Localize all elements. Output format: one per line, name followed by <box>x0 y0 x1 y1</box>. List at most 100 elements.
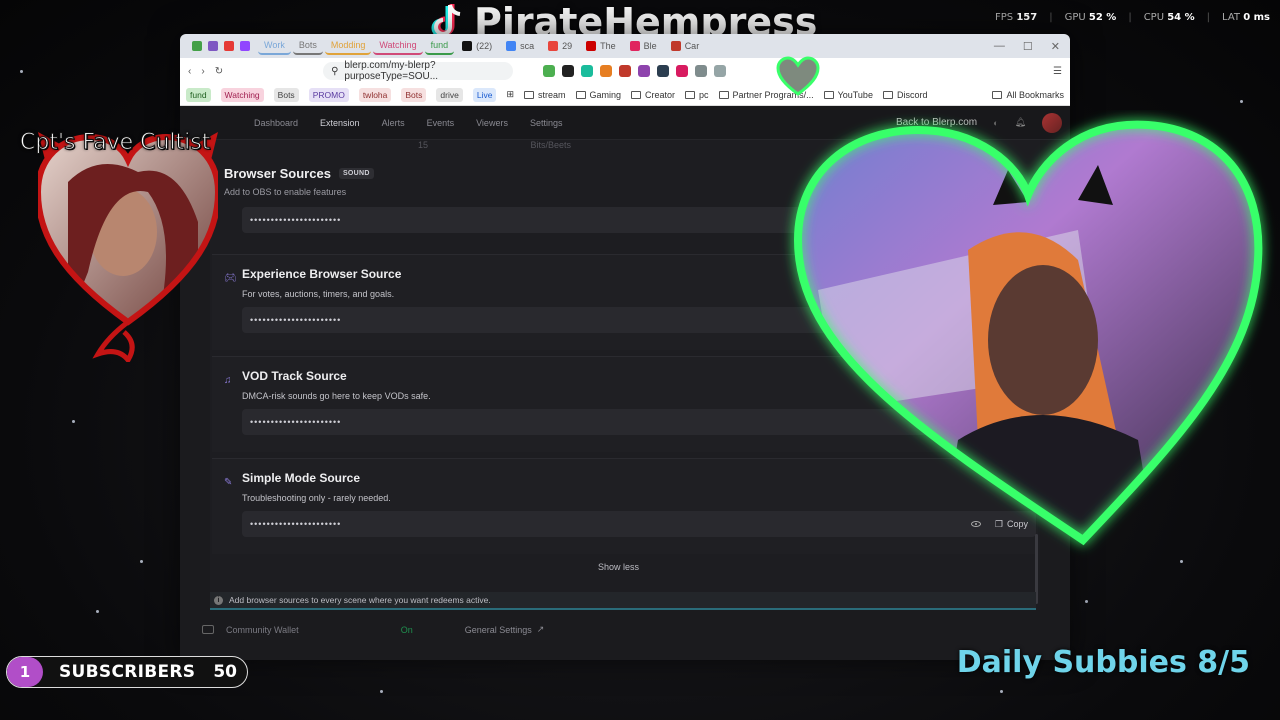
reload-icon[interactable]: ↻ <box>215 66 223 77</box>
cultist-portrait <box>34 132 222 365</box>
extension-icon[interactable] <box>619 65 632 77</box>
browser-tab[interactable]: 29 <box>542 37 578 55</box>
nav-item-events[interactable]: Events <box>427 118 455 128</box>
extension-icon[interactable] <box>695 65 708 77</box>
apps-grid-icon[interactable]: ⊞ <box>506 89 514 100</box>
site-info-icon[interactable]: ⚲ <box>331 66 338 77</box>
sound-badge: SOUND <box>338 168 374 179</box>
gamepad-icon: 🎮︎ <box>224 273 237 284</box>
external-link-icon: ↗ <box>536 624 545 634</box>
browser-tab[interactable]: Ble <box>624 37 663 55</box>
bookmark-group-chip[interactable]: Bots <box>401 87 427 102</box>
bookmark-group-chip[interactable]: Watching <box>220 87 264 102</box>
tab-label: Work <box>264 40 285 50</box>
info-banner: i Add browser sources to every scene whe… <box>210 592 1036 610</box>
maximize-icon[interactable]: ☐ <box>1023 40 1033 53</box>
tab-favicon-icon <box>462 41 473 51</box>
source-title: Simple Mode Source <box>242 471 361 485</box>
browser-tab[interactable]: fund <box>424 37 455 55</box>
tab-label: fund <box>430 40 449 50</box>
url-field[interactable]: ⚲ blerp.com/my-blerp?purposeType=SOU... <box>323 60 514 82</box>
browser-sources-title: Browser Sources <box>224 166 331 181</box>
extension-icon[interactable] <box>581 65 594 77</box>
nav-item-extension[interactable]: Extension <box>320 118 360 128</box>
community-wallet-label: Community Wallet <box>226 624 299 635</box>
tab-bar: Work Bots Modding Watching fund (22) sca 29 The B… <box>180 34 1070 58</box>
masked-url: •••••••••••••••••••••• <box>250 417 342 427</box>
extension-icon[interactable] <box>543 65 556 77</box>
tab-favicon-icon <box>629 41 640 51</box>
browser-tab[interactable]: Bots <box>292 37 323 55</box>
browser-tab[interactable]: Work <box>258 37 291 55</box>
extension-icon[interactable] <box>638 65 651 77</box>
bookmark-folder[interactable]: YouTube <box>823 90 873 100</box>
streamer-webcam <box>778 110 1278 560</box>
info-icon: i <box>214 595 223 605</box>
cpu-label: CPU <box>1143 12 1165 23</box>
lat-stat: LAT 0 ms <box>1222 12 1270 23</box>
nav-item-alerts[interactable]: Alerts <box>382 118 405 128</box>
general-settings-button[interactable]: General Settings ↗ <box>465 624 545 635</box>
bookmark-folder[interactable]: stream <box>523 89 566 100</box>
tab-label: (22) <box>476 41 493 51</box>
sound-source-url-field[interactable]: •••••••••••••••••••••• <box>242 207 842 233</box>
nav-item-settings[interactable]: Settings <box>530 118 563 128</box>
bookmark-group-chip[interactable]: fund <box>186 87 211 102</box>
tab-label: Ble <box>643 41 657 51</box>
bookmark-group-chip[interactable]: Bots <box>273 87 299 102</box>
tab-app-icons[interactable] <box>186 37 256 55</box>
source-title: Experience Browser Source <box>242 267 402 281</box>
bookmark-group-chip[interactable]: PROMO <box>308 87 349 102</box>
forward-arrow-icon[interactable]: › <box>201 66 204 77</box>
folder-icon <box>992 90 1003 99</box>
extension-icon[interactable] <box>714 65 727 77</box>
browser-sources-subtitle: Add to OBS to enable features <box>224 187 347 197</box>
folder-icon <box>575 90 586 99</box>
tab-favicon-icon <box>670 41 681 51</box>
all-bookmarks[interactable]: All Bookmarks <box>992 90 1064 100</box>
window-controls: — ☐ ✕ <box>994 40 1070 53</box>
extension-icons <box>543 65 727 77</box>
extension-icon[interactable] <box>600 65 613 77</box>
bookmark-folder[interactable]: Discord <box>882 90 927 100</box>
bookmark-group-chip[interactable]: drive <box>436 87 463 102</box>
daily-subs-counter: Daily Subbies 8/5 <box>956 645 1250 680</box>
browser-tab[interactable]: The <box>580 37 622 55</box>
extension-icon[interactable] <box>562 65 575 77</box>
source-description: For votes, auctions, timers, and goals. <box>242 289 395 299</box>
extension-icon[interactable] <box>676 65 689 77</box>
extension-icon[interactable] <box>657 65 670 77</box>
gpu-value: 52 % <box>1088 12 1117 23</box>
lat-value: 0 ms <box>1243 12 1270 23</box>
masked-url: •••••••••••••••••••••• <box>250 519 342 529</box>
bookmark-label: stream <box>537 89 566 100</box>
browser-tab[interactable]: Modding <box>324 37 372 55</box>
bookmark-group-chip[interactable]: twloha <box>358 87 392 102</box>
tab-label: Modding <box>330 40 366 50</box>
bookmark-folder[interactable]: Gaming <box>575 89 622 100</box>
folder-icon <box>631 90 642 99</box>
browser-tab[interactable]: Car <box>665 37 706 55</box>
subscribers-label: SUBSCRIBERS <box>59 662 196 682</box>
small-heart-icon <box>776 56 820 100</box>
back-arrow-icon[interactable]: ‹ <box>188 66 191 77</box>
bookmark-folder[interactable]: pc <box>685 90 709 100</box>
info-text: Add browser sources to every scene where… <box>229 595 491 605</box>
folder-icon <box>685 90 696 99</box>
minimize-icon[interactable]: — <box>994 40 1005 53</box>
nav-item-dashboard[interactable]: Dashboard <box>254 118 298 128</box>
show-less-button[interactable]: Show less <box>598 562 639 572</box>
all-bookmarks-label: All Bookmarks <box>1006 89 1064 100</box>
subscriber-goal: 50 <box>213 662 237 682</box>
bookmark-label: Gaming <box>589 89 622 100</box>
bookmark-folder[interactable]: Creator <box>631 90 675 100</box>
browser-tab[interactable]: Watching <box>373 37 423 55</box>
close-icon[interactable]: ✕ <box>1051 40 1060 53</box>
nav-item-viewers[interactable]: Viewers <box>476 118 508 128</box>
menu-dots-icon[interactable]: ☰ <box>1053 66 1062 77</box>
browser-tab[interactable]: (22) <box>456 37 498 55</box>
bookmark-group-chip[interactable]: Live <box>472 87 497 102</box>
gpu-label: GPU <box>1064 12 1086 23</box>
source-title: VOD Track Source <box>242 369 347 383</box>
browser-tab[interactable]: sca <box>500 37 540 55</box>
